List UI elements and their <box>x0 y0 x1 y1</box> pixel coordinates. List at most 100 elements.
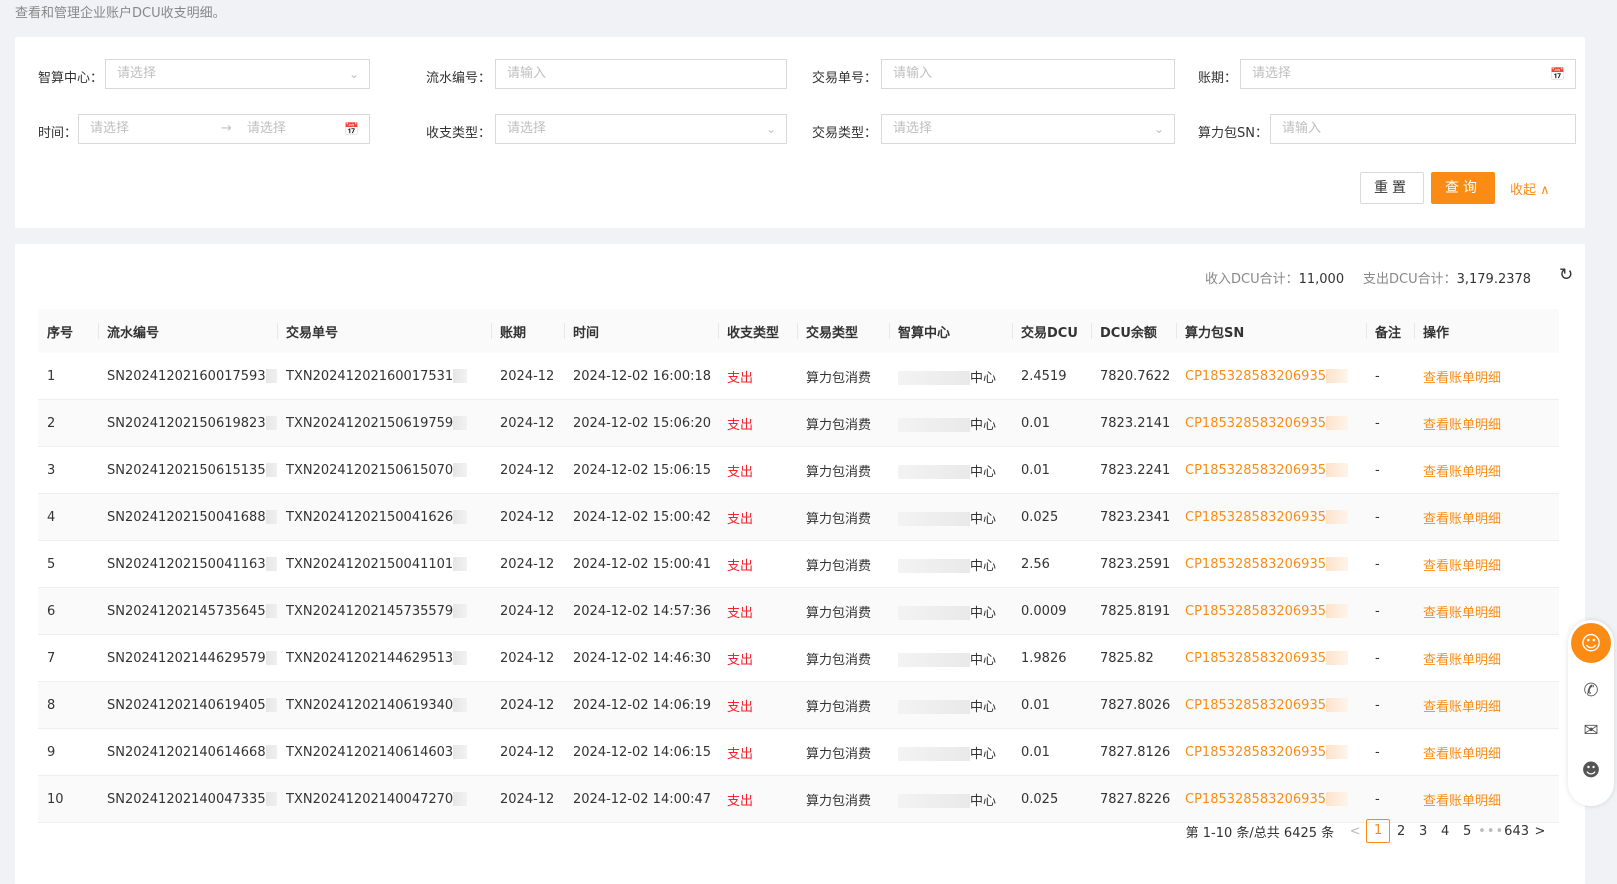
customer-service-icon[interactable]: ☺ <box>1571 623 1611 663</box>
time-range-picker[interactable]: 请选择 → 请选择 📅 <box>78 114 370 144</box>
trade-dcu-text: 0.01 <box>1021 415 1050 431</box>
pack-sn-link[interactable]: CP185328583206935 <box>1176 353 1366 400</box>
masked-value <box>1325 745 1348 759</box>
page-1[interactable]: 1 <box>1366 819 1391 843</box>
compute-center-text: 中心 <box>970 746 997 762</box>
page-2[interactable]: 2 <box>1390 824 1412 839</box>
table-row: 6 SN20241202145735645 TXN20241202145735579… <box>38 587 1559 635</box>
pack-sn-link-text[interactable]: CP185328583206935 <box>1185 792 1348 807</box>
view-detail-link[interactable]: 查看账单明细 <box>1414 681 1559 729</box>
next-page-icon[interactable]: > <box>1529 824 1551 839</box>
row-index: 4 <box>38 493 98 541</box>
view-detail-link-text[interactable]: 查看账单明细 <box>1423 653 1501 668</box>
serial-number: SN20241202140614668 <box>98 728 277 776</box>
view-detail-link[interactable]: 查看账单明细 <box>1414 399 1559 447</box>
io-type: 支出 <box>718 540 797 588</box>
view-detail-link-text[interactable]: 查看账单明细 <box>1423 747 1501 762</box>
masked-value <box>898 606 970 620</box>
row-index: 5 <box>38 540 98 588</box>
view-detail-link-text[interactable]: 查看账单明细 <box>1423 606 1501 621</box>
page-ellipsis[interactable]: ••• <box>1478 824 1504 839</box>
table-row: 5 SN20241202150041163 TXN20241202150041101… <box>38 540 1559 588</box>
trade-time-text: 2024-12-02 16:00:18 <box>573 368 712 384</box>
view-detail-link[interactable]: 查看账单明细 <box>1414 728 1559 776</box>
masked-value <box>453 510 468 524</box>
pack-sn-link-text[interactable]: CP185328583206935 <box>1185 745 1348 760</box>
dcu-balance: 7827.8026 <box>1091 681 1176 729</box>
pack-sn-input[interactable]: 请输入 <box>1270 114 1576 144</box>
serial-number-text: SN20241202140047335 <box>107 791 266 807</box>
pack-sn-link-text[interactable]: CP185328583206935 <box>1185 510 1348 525</box>
pack-sn-link[interactable]: CP185328583206935 <box>1176 681 1366 729</box>
pack-sn-link-text[interactable]: CP185328583206935 <box>1185 604 1348 619</box>
view-detail-link-text[interactable]: 查看账单明细 <box>1423 465 1501 480</box>
headset-icon[interactable]: ☻ <box>1568 760 1614 781</box>
pack-sn-link-text[interactable]: CP185328583206935 <box>1185 369 1348 384</box>
page-4[interactable]: 4 <box>1434 824 1456 839</box>
pack-sn-link-text[interactable]: CP185328583206935 <box>1185 463 1348 478</box>
bill-period-text: 2024-12 <box>500 650 555 666</box>
masked-value <box>1325 369 1348 383</box>
trade-no-label: 交易单号： <box>812 71 878 86</box>
reset-button[interactable]: 重置 <box>1360 172 1424 204</box>
trade-no-input[interactable]: 请输入 <box>881 59 1175 89</box>
pack-sn-link[interactable]: CP185328583206935 <box>1176 775 1366 823</box>
view-detail-link-text[interactable]: 查看账单明细 <box>1423 700 1501 715</box>
io-type-text: 支出 <box>727 417 754 433</box>
view-detail-link-text[interactable]: 查看账单明细 <box>1423 794 1501 809</box>
mail-icon[interactable]: ✉ <box>1568 720 1614 741</box>
remark: - <box>1366 540 1414 588</box>
pack-sn-link[interactable]: CP185328583206935 <box>1176 540 1366 588</box>
period-placeholder: 请选择 <box>1252 66 1292 81</box>
prev-page-icon[interactable]: < <box>1344 824 1366 839</box>
trade-type-select[interactable]: 请选择 ⌄ <box>881 114 1175 144</box>
phone-icon[interactable]: ✆ <box>1568 680 1614 701</box>
pack-sn-link-text[interactable]: CP185328583206935 <box>1185 698 1348 713</box>
view-detail-link[interactable]: 查看账单明细 <box>1414 353 1559 400</box>
page-3[interactable]: 3 <box>1412 824 1434 839</box>
pack-sn-link[interactable]: CP185328583206935 <box>1176 728 1366 776</box>
view-detail-link-text[interactable]: 查看账单明细 <box>1423 512 1501 527</box>
io-type-select[interactable]: 请选择 ⌄ <box>495 114 787 144</box>
pack-sn-link[interactable]: CP185328583206935 <box>1176 399 1366 447</box>
compute-center: 中心 <box>889 775 1012 823</box>
trade-dcu-text: 0.01 <box>1021 697 1050 713</box>
bill-period-text: 2024-12 <box>500 697 555 713</box>
center-select[interactable]: 请选择 ⌄ <box>105 59 370 89</box>
pack-sn-link-text[interactable]: CP185328583206935 <box>1185 416 1348 431</box>
pack-sn-link[interactable]: CP185328583206935 <box>1176 493 1366 541</box>
serial-number: SN20241202150615135 <box>98 446 277 494</box>
time-label: 时间： <box>38 126 78 141</box>
view-detail-link-text[interactable]: 查看账单明细 <box>1423 559 1501 574</box>
view-detail-link[interactable]: 查看账单明细 <box>1414 634 1559 682</box>
masked-value <box>265 792 277 806</box>
query-button[interactable]: 查询 <box>1431 172 1495 204</box>
page-5[interactable]: 5 <box>1456 824 1478 839</box>
dcu-balance: 7823.2141 <box>1091 399 1176 447</box>
period-picker[interactable]: 请选择 📅 <box>1240 59 1576 89</box>
view-detail-link[interactable]: 查看账单明细 <box>1414 493 1559 541</box>
view-detail-link[interactable]: 查看账单明细 <box>1414 775 1559 823</box>
chevron-down-icon: ⌄ <box>765 122 776 136</box>
collapse-link[interactable]: 收起 ∧ <box>1510 179 1550 198</box>
serial-number: SN20241202150041688 <box>98 493 277 541</box>
pack-sn-placeholder: 请输入 <box>1282 121 1322 136</box>
pack-sn-link[interactable]: CP185328583206935 <box>1176 634 1366 682</box>
view-detail-link-text[interactable]: 查看账单明细 <box>1423 371 1501 386</box>
pack-sn-link-text[interactable]: CP185328583206935 <box>1185 651 1348 666</box>
view-detail-link[interactable]: 查看账单明细 <box>1414 446 1559 494</box>
view-detail-link-text[interactable]: 查看账单明细 <box>1423 418 1501 433</box>
column-header: 序号 <box>38 309 98 353</box>
trade-dcu-text: 1.9826 <box>1021 650 1067 666</box>
trade-dcu: 2.4519 <box>1012 353 1091 400</box>
pack-sn-link[interactable]: CP185328583206935 <box>1176 446 1366 494</box>
refresh-icon[interactable]: ↻ <box>1559 265 1573 285</box>
view-detail-link[interactable]: 查看账单明细 <box>1414 540 1559 588</box>
page-last[interactable]: 643 <box>1504 824 1529 839</box>
trade-dcu-text: 0.025 <box>1021 791 1059 807</box>
serial-input[interactable]: 请输入 <box>495 59 787 89</box>
pack-sn-link[interactable]: CP185328583206935 <box>1176 587 1366 635</box>
pack-sn-link-text[interactable]: CP185328583206935 <box>1185 557 1348 572</box>
view-detail-link[interactable]: 查看账单明细 <box>1414 587 1559 635</box>
compute-center: 中心 <box>889 540 1012 588</box>
